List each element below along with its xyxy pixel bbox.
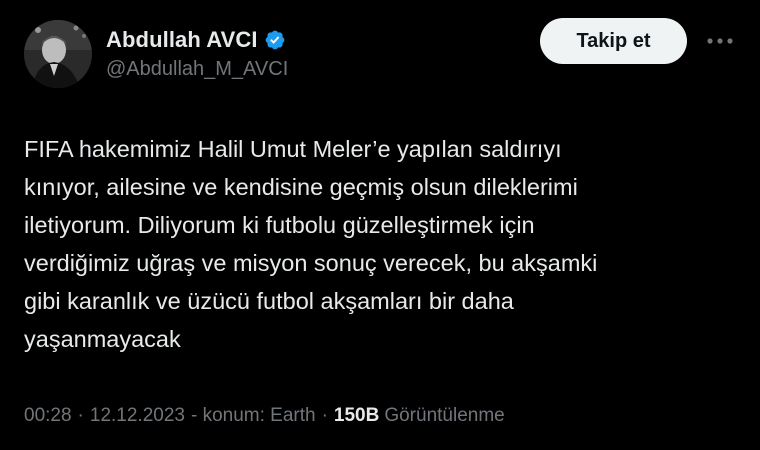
author-display-name[interactable]: Abdullah AVCI bbox=[106, 27, 258, 53]
author-name-row: Abdullah AVCI bbox=[106, 24, 288, 56]
tweet-time[interactable]: 00:28 bbox=[24, 405, 72, 427]
more-horizontal-icon[interactable] bbox=[700, 26, 740, 56]
tweet-text: FIFA hakemimiz Halil Umut Meler’e yapıla… bbox=[24, 136, 598, 352]
tweet-date[interactable]: 12.12.2023 bbox=[90, 405, 185, 427]
author-handle[interactable]: @Abdullah_M_AVCI bbox=[106, 58, 288, 81]
views-count: 150B bbox=[333, 405, 380, 426]
tweet-metadata: 00:28 · 12.12.2023 - konum: Earth · 150B… bbox=[24, 405, 505, 427]
verified-badge-icon[interactable] bbox=[264, 29, 286, 51]
meta-separator: · bbox=[321, 405, 328, 426]
tweet-location: - konum: Earth bbox=[190, 405, 316, 426]
user-avatar-photo bbox=[24, 20, 92, 88]
author-avatar[interactable] bbox=[24, 20, 92, 88]
meta-separator: · bbox=[77, 405, 84, 426]
author-name-block: Abdullah AVCI @Abdullah_M_AVCI bbox=[106, 24, 288, 81]
tweet-card: Abdullah AVCI @Abdullah_M_AVCI Takip et … bbox=[0, 0, 760, 450]
follow-button[interactable]: Takip et bbox=[540, 18, 687, 64]
views-label: Görüntülenme bbox=[384, 405, 505, 426]
